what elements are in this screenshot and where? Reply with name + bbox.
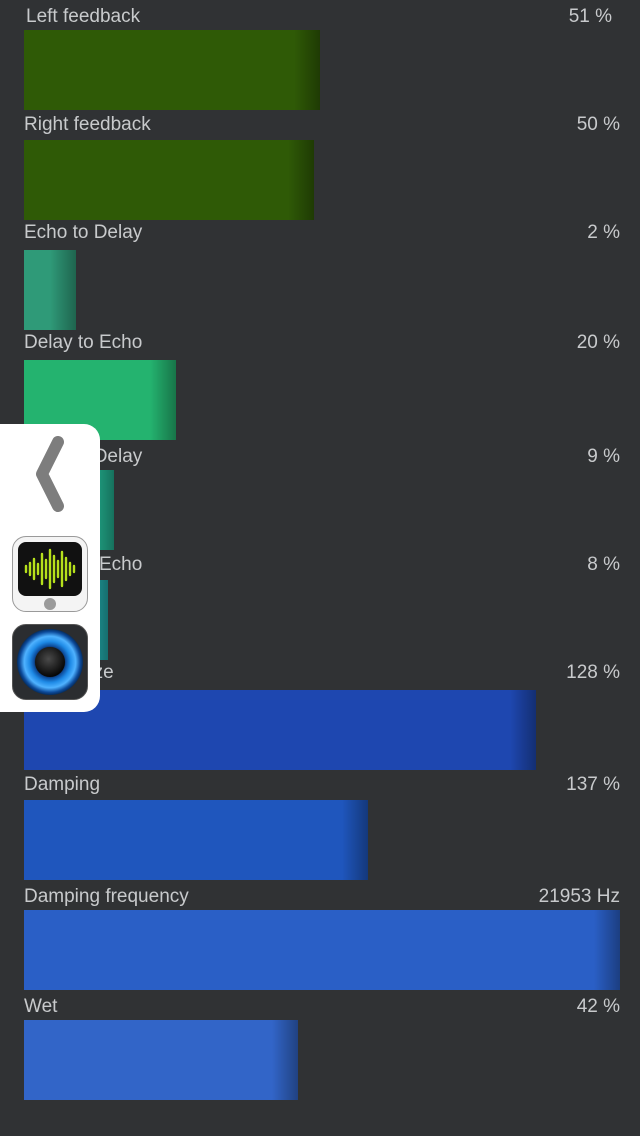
parameter-slider-fill: [24, 910, 620, 990]
parameter-slider[interactable]: [24, 800, 620, 880]
parameter-slider[interactable]: [24, 360, 620, 440]
parameter-slider[interactable]: [24, 250, 620, 330]
parameter-value: 51 %: [568, 6, 612, 27]
parameter-label: Delay to Echo: [24, 332, 143, 353]
parameter-row: Right feedback 50 %: [24, 114, 620, 220]
parameter-row: Echo to Delay9 %: [24, 446, 620, 550]
parameter-value: 42 %: [576, 996, 620, 1017]
parameter-value: 8 %: [587, 554, 620, 575]
parameter-value: 50 %: [576, 114, 620, 135]
parameter-slider-fill: [24, 140, 314, 220]
parameter-row: Wet 42 %: [24, 996, 620, 1100]
parameter-slider[interactable]: [24, 470, 620, 550]
parameter-value: 137 %: [566, 774, 620, 795]
parameter-value: 21953 Hz: [538, 886, 620, 907]
waveform-screen: [18, 542, 82, 596]
parameter-label: Echo to Delay: [24, 222, 143, 243]
blue-ring-app-icon[interactable]: [12, 624, 88, 700]
parameter-slider[interactable]: [24, 690, 620, 770]
parameter-slider-fill: [24, 250, 76, 330]
parameter-slider[interactable]: [24, 30, 620, 110]
parameter-value: 20 %: [576, 332, 620, 353]
parameter-row: Room size128 %: [24, 662, 620, 770]
parameter-slider[interactable]: [24, 1020, 620, 1100]
parameter-label: Damping frequency: [24, 886, 189, 907]
chevron-left-icon[interactable]: [30, 436, 70, 512]
audio-waveform-app-icon[interactable]: [12, 536, 88, 612]
parameter-slider[interactable]: [24, 140, 620, 220]
parameter-value: 2 %: [587, 222, 620, 243]
parameter-slider-fill: [24, 800, 368, 880]
parameter-slider-fill: [24, 30, 320, 110]
parameter-row: Left feedback 51 %: [24, 6, 620, 110]
parameter-row: Echo to Delay 2 %: [24, 222, 620, 330]
parameter-value: 9 %: [587, 446, 620, 467]
home-button-icon: [44, 598, 56, 610]
parameter-row: Damping frequency 21953 Hz: [24, 886, 620, 990]
parameter-label: Right feedback: [24, 114, 151, 135]
effect-parameters-screen: Left feedback 51 % Right feedback 50 % Echo …: [0, 0, 640, 1136]
parameter-label: Left feedback: [26, 6, 141, 27]
parameter-value: 128 %: [566, 662, 620, 683]
ring-icon: [17, 629, 83, 695]
parameter-row: Delay to Echo8 %: [24, 554, 620, 660]
parameter-slider-fill: [24, 1020, 298, 1100]
parameter-slider[interactable]: [24, 580, 620, 660]
parameter-label: Damping: [24, 774, 101, 795]
parameter-slider[interactable]: [24, 910, 620, 990]
parameter-slider-fill: [24, 690, 536, 770]
parameter-row: Delay to Echo 20 %: [24, 332, 620, 440]
parameter-label: Wet: [24, 996, 58, 1017]
parameter-row: Damping 137 %: [24, 774, 620, 880]
waveform-icon: [24, 548, 76, 590]
